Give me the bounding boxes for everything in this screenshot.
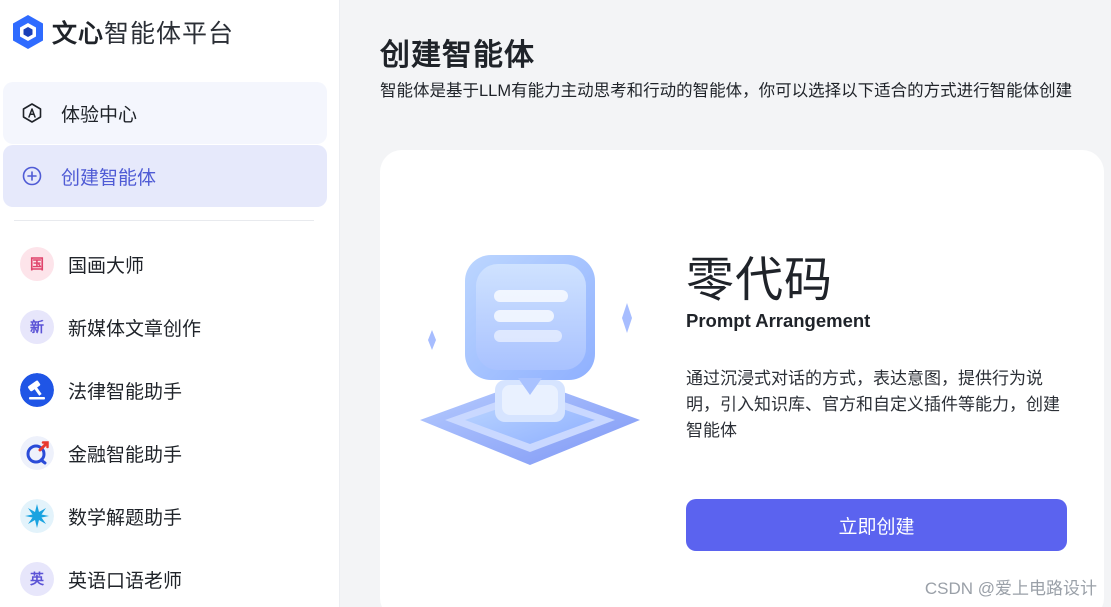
page-title: 创建智能体	[380, 39, 535, 72]
agent-label: 新媒体文章创作	[68, 318, 202, 340]
logo-brand: 文心	[52, 20, 105, 48]
starburst-icon	[20, 499, 54, 533]
finance-chart-icon	[20, 436, 54, 470]
agent-item-math[interactable]: 数学解题助手	[20, 492, 320, 540]
avatar-text: 英	[30, 571, 44, 587]
plus-circle-icon	[22, 166, 42, 186]
agent-label: 数学解题助手	[68, 507, 183, 529]
agent-item-new-media[interactable]: 新 新媒体文章创作	[20, 303, 320, 351]
logo-icon	[13, 15, 43, 49]
avatar	[20, 436, 54, 470]
logo[interactable]: 文心 智能体平台	[12, 14, 234, 50]
chat-bubble-illustration	[420, 255, 640, 465]
agent-label: 法律智能助手	[68, 381, 183, 403]
nav-item-experience-center[interactable]: 体验中心	[3, 82, 327, 144]
sidebar-divider	[14, 220, 314, 221]
watermark: CSDN @爱上电路设计	[924, 579, 1097, 598]
nav-item-create-agent[interactable]: 创建智能体	[3, 145, 327, 207]
agent-label: 金融智能助手	[68, 444, 183, 466]
zero-code-card: 零代码 Prompt Arrangement 通过沉浸式对话的方式，表达意图，提…	[380, 150, 1104, 607]
card-subtitle: Prompt Arrangement	[686, 310, 871, 331]
nav-label: 创建智能体	[61, 167, 157, 189]
agent-item-legal[interactable]: 法律智能助手	[20, 366, 320, 414]
card-description: 通过沉浸式对话的方式，表达意图，提供行为说明，引入知识库、官方和自定义插件等能力…	[686, 369, 1060, 440]
avatar-text: 国	[30, 256, 44, 272]
agent-label: 国画大师	[68, 255, 145, 277]
agent-label: 英语口语老师	[68, 570, 183, 592]
avatar-text: 新	[30, 319, 44, 335]
avatar: 国	[20, 247, 54, 281]
sidebar: 文心 智能体平台 体验中心 创建智能体 国 国画大师 新 新媒体文章创作 法律智…	[0, 0, 340, 607]
create-now-button[interactable]: 立即创建	[686, 499, 1067, 551]
nav-label: 体验中心	[61, 104, 138, 126]
avatar	[20, 499, 54, 533]
agent-item-english[interactable]: 英 英语口语老师	[20, 555, 320, 603]
avatar: 英	[20, 562, 54, 596]
avatar: 新	[20, 310, 54, 344]
page-description: 智能体是基于LLM有能力主动思考和行动的智能体，你可以选择以下适合的方式进行智能…	[380, 82, 1073, 100]
agent-item-guohua[interactable]: 国 国画大师	[20, 240, 320, 288]
agent-item-finance[interactable]: 金融智能助手	[20, 429, 320, 477]
logo-text: 文心 智能体平台	[52, 14, 234, 50]
avatar	[20, 373, 54, 407]
logo-product: 智能体平台	[104, 20, 235, 48]
experience-icon	[22, 103, 42, 123]
card-title: 零代码	[686, 254, 834, 307]
gavel-icon	[20, 373, 54, 407]
